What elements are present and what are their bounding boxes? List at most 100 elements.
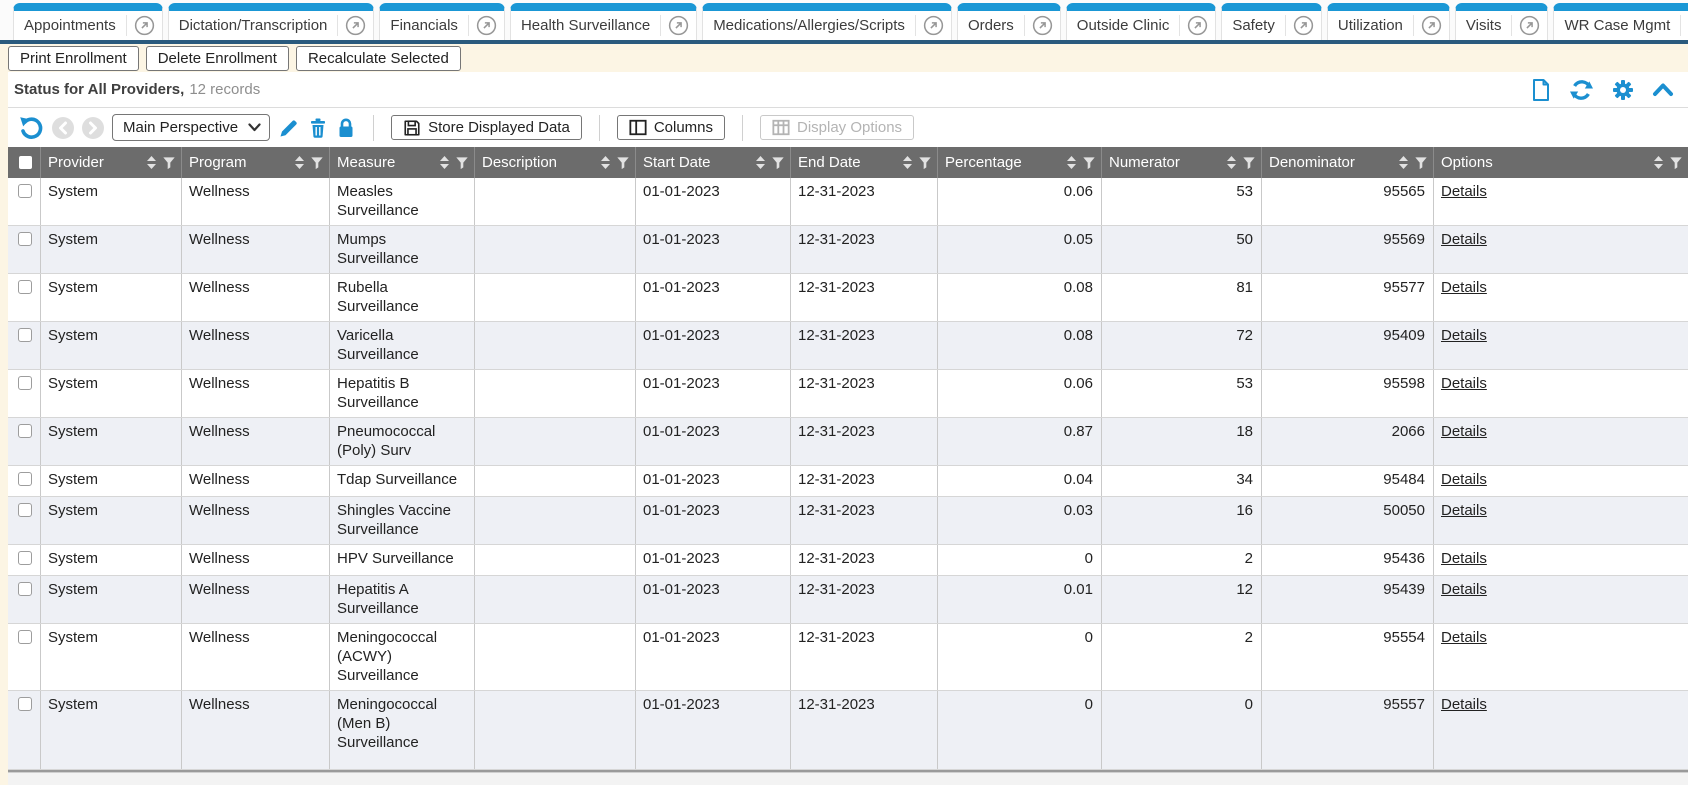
refresh-icon[interactable]: [1569, 78, 1594, 102]
details-link[interactable]: Details: [1441, 696, 1487, 713]
column-header-measure[interactable]: Measure: [330, 147, 475, 178]
details-link[interactable]: Details: [1441, 550, 1487, 567]
tab-financials[interactable]: Financials: [379, 3, 505, 40]
cell-numerator: 53: [1102, 178, 1262, 225]
tab-launch-button[interactable]: [127, 11, 162, 40]
cell-end-date: 12-31-2023: [791, 545, 938, 575]
delete-trash-icon[interactable]: [308, 117, 328, 139]
row-checkbox[interactable]: [18, 184, 32, 198]
tab-orders[interactable]: Orders: [957, 3, 1061, 40]
horizontal-scrollbar-track[interactable]: [8, 770, 1688, 785]
tab-launch-button[interactable]: [916, 11, 951, 40]
tab-launch-button[interactable]: [1025, 11, 1060, 40]
cell-start-date: 01-01-2023: [636, 322, 791, 369]
store-displayed-data-button[interactable]: Store Displayed Data: [391, 115, 582, 140]
row-checkbox[interactable]: [18, 424, 32, 438]
tab-launch-button[interactable]: [1286, 11, 1321, 40]
undo-icon[interactable]: [18, 115, 44, 141]
tab-launch-button[interactable]: [1414, 11, 1449, 40]
cell-select: [8, 370, 41, 417]
column-header-description[interactable]: Description: [475, 147, 636, 178]
filter-icon: [1669, 156, 1683, 170]
row-checkbox[interactable]: [18, 551, 32, 565]
tab-appointments[interactable]: Appointments: [13, 3, 163, 40]
settings-gear-icon[interactable]: [1611, 78, 1635, 102]
column-header-end-date[interactable]: End Date: [791, 147, 938, 178]
row-checkbox[interactable]: [18, 697, 32, 711]
row-checkbox[interactable]: [18, 503, 32, 517]
tab-launch-button[interactable]: [469, 11, 504, 40]
tab-wr-case-mgmt[interactable]: WR Case Mgmt: [1553, 3, 1688, 40]
forward-icon[interactable]: [82, 117, 104, 139]
tab-launch-button[interactable]: [338, 11, 373, 40]
print-enrollment-button[interactable]: Print Enrollment: [8, 46, 139, 71]
details-link[interactable]: Details: [1441, 629, 1487, 646]
details-link[interactable]: Details: [1441, 327, 1487, 344]
cell-percentage: 0: [938, 624, 1102, 690]
column-header-percentage[interactable]: Percentage: [938, 147, 1102, 178]
tab-label: Safety: [1222, 11, 1285, 40]
tab-dictation-transcription[interactable]: Dictation/Transcription: [168, 3, 375, 40]
column-header-options[interactable]: Options: [1434, 147, 1688, 178]
columns-button[interactable]: Columns: [617, 115, 725, 140]
new-document-icon[interactable]: [1530, 78, 1552, 102]
row-checkbox[interactable]: [18, 630, 32, 644]
cell-percentage: 0: [938, 691, 1102, 769]
column-header-numerator[interactable]: Numerator: [1102, 147, 1262, 178]
details-link[interactable]: Details: [1441, 231, 1487, 248]
open-in-window-icon: [923, 15, 944, 36]
details-link[interactable]: Details: [1441, 581, 1487, 598]
cell-measure: HPV Surveillance: [330, 545, 475, 575]
column-header-denominator[interactable]: Denominator: [1262, 147, 1434, 178]
cell-description: [475, 691, 636, 769]
tab-health-surveillance[interactable]: Health Surveillance: [510, 3, 697, 40]
cell-start-date: 01-01-2023: [636, 466, 791, 496]
column-header-program[interactable]: Program: [182, 147, 330, 178]
perspective-select[interactable]: Main Perspective: [112, 114, 270, 141]
cell-denominator: 95569: [1262, 226, 1434, 273]
tab-outside-clinic[interactable]: Outside Clinic: [1066, 3, 1217, 40]
tab-launch-button[interactable]: [1180, 11, 1215, 40]
tab-launch-button[interactable]: [661, 11, 696, 40]
collapse-chevron-icon[interactable]: [1652, 81, 1674, 99]
cell-measure: Measles Surveillance: [330, 178, 475, 225]
tab-utilization[interactable]: Utilization: [1327, 3, 1450, 40]
row-checkbox[interactable]: [18, 376, 32, 390]
cell-provider: System: [41, 466, 182, 496]
tab-launch-button[interactable]: [1681, 11, 1688, 40]
lock-icon[interactable]: [336, 117, 356, 139]
details-link[interactable]: Details: [1441, 183, 1487, 200]
tab-launch-button[interactable]: [1512, 11, 1547, 40]
select-all-checkbox[interactable]: [8, 147, 41, 178]
cell-select: [8, 322, 41, 369]
details-link[interactable]: Details: [1441, 423, 1487, 440]
row-checkbox[interactable]: [18, 232, 32, 246]
details-link[interactable]: Details: [1441, 375, 1487, 392]
row-checkbox[interactable]: [18, 582, 32, 596]
row-checkbox[interactable]: [18, 328, 32, 342]
column-header-provider[interactable]: Provider: [41, 147, 182, 178]
tab-safety[interactable]: Safety: [1221, 3, 1322, 40]
recalculate-selected-button[interactable]: Recalculate Selected: [296, 46, 461, 71]
filter-icon: [918, 156, 932, 170]
edit-pencil-icon[interactable]: [278, 117, 300, 139]
cell-percentage: 0.06: [938, 178, 1102, 225]
row-checkbox[interactable]: [18, 472, 32, 486]
back-icon[interactable]: [52, 117, 74, 139]
display-options-button[interactable]: Display Options: [760, 115, 914, 140]
column-header-start-date[interactable]: Start Date: [636, 147, 791, 178]
cell-provider: System: [41, 576, 182, 623]
details-link[interactable]: Details: [1441, 502, 1487, 519]
details-link[interactable]: Details: [1441, 279, 1487, 296]
cell-percentage: 0.01: [938, 576, 1102, 623]
cell-options: Details: [1434, 226, 1688, 273]
row-checkbox[interactable]: [18, 280, 32, 294]
cell-measure: Shingles Vaccine Surveillance: [330, 497, 475, 544]
delete-enrollment-button[interactable]: Delete Enrollment: [146, 46, 289, 71]
cell-denominator: 95577: [1262, 274, 1434, 321]
details-link[interactable]: Details: [1441, 471, 1487, 488]
cell-options: Details: [1434, 178, 1688, 225]
tab-medications-allergies-scripts[interactable]: Medications/Allergies/Scripts: [702, 3, 952, 40]
tab-visits[interactable]: Visits: [1455, 3, 1549, 40]
cell-description: [475, 226, 636, 273]
